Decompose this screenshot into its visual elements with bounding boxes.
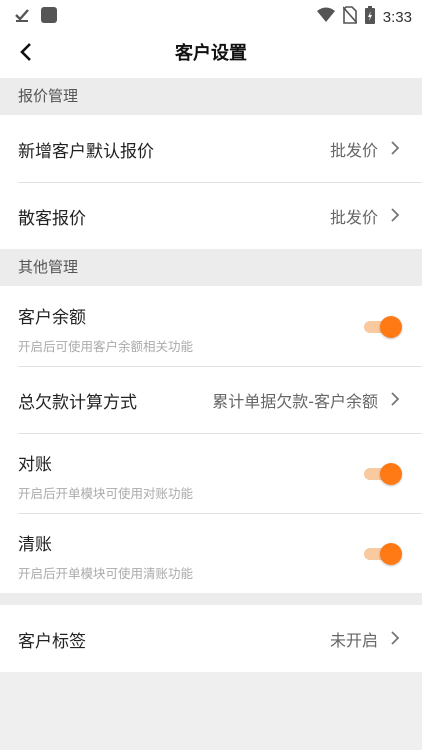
row-value: 累计单据欠款-客户余额 — [212, 392, 378, 411]
row-description: 开启后可使用客户余额相关功能 — [18, 339, 194, 354]
setting-row-customer-tags[interactable]: 客户标签 未开启 — [0, 605, 422, 672]
settle-toggle[interactable] — [364, 543, 402, 565]
back-arrow-icon — [19, 42, 33, 66]
row-value: 未开启 — [329, 631, 378, 650]
balance-toggle[interactable] — [364, 316, 402, 338]
status-left — [14, 6, 58, 28]
row-value: 批发价 — [329, 141, 378, 160]
wifi-icon — [316, 7, 335, 27]
page-title: 客户设置 — [175, 43, 247, 64]
chevron-right-icon — [388, 207, 402, 223]
row-label: 客户标签 — [18, 632, 86, 652]
setting-row-debt-calculation[interactable]: 总欠款计算方式 累计单据欠款-客户余额 — [0, 366, 422, 433]
row-label: 总欠款计算方式 — [18, 393, 137, 413]
chevron-right-icon — [388, 630, 402, 646]
empty-area — [0, 675, 422, 750]
setting-row-new-customer-quote[interactable]: 新增客户默认报价 批发价 — [0, 115, 422, 182]
status-bar: 3:33 — [0, 0, 422, 30]
checkmark-notification-icon — [14, 7, 30, 27]
section-header-quote: 报价管理 — [0, 78, 422, 115]
row-value: 批发价 — [329, 208, 378, 227]
row-description: 开启后开单模块可使用对账功能 — [18, 486, 194, 501]
setting-row-reconcile: 对账 开启后开单模块可使用对账功能 — [0, 433, 422, 513]
reconcile-toggle[interactable] — [364, 463, 402, 485]
row-label: 散客报价 — [18, 209, 86, 229]
status-time: 3:33 — [382, 8, 412, 26]
row-label: 清账 — [18, 535, 52, 555]
row-label: 客户余额 — [18, 308, 86, 328]
row-description: 开启后开单模块可使用清账功能 — [18, 566, 194, 581]
status-right: 3:33 — [316, 6, 412, 28]
setting-row-settle: 清账 开启后开单模块可使用清账功能 — [0, 513, 422, 593]
row-label: 对账 — [18, 455, 52, 475]
setting-row-walkin-quote[interactable]: 散客报价 批发价 — [0, 182, 422, 249]
toggle-knob — [380, 543, 402, 565]
section-gap — [0, 593, 422, 605]
toggle-knob — [380, 316, 402, 338]
setting-row-customer-balance: 客户余额 开启后可使用客户余额相关功能 — [0, 286, 422, 366]
no-sim-icon — [342, 6, 358, 28]
back-button[interactable] — [12, 40, 40, 68]
app-notification-icon — [40, 6, 58, 28]
battery-icon — [364, 6, 375, 28]
app-bar: 客户设置 — [0, 30, 422, 78]
chevron-right-icon — [388, 391, 402, 407]
chevron-right-icon — [388, 140, 402, 156]
row-label: 新增客户默认报价 — [18, 142, 154, 162]
toggle-knob — [380, 463, 402, 485]
section-header-other: 其他管理 — [0, 249, 422, 286]
